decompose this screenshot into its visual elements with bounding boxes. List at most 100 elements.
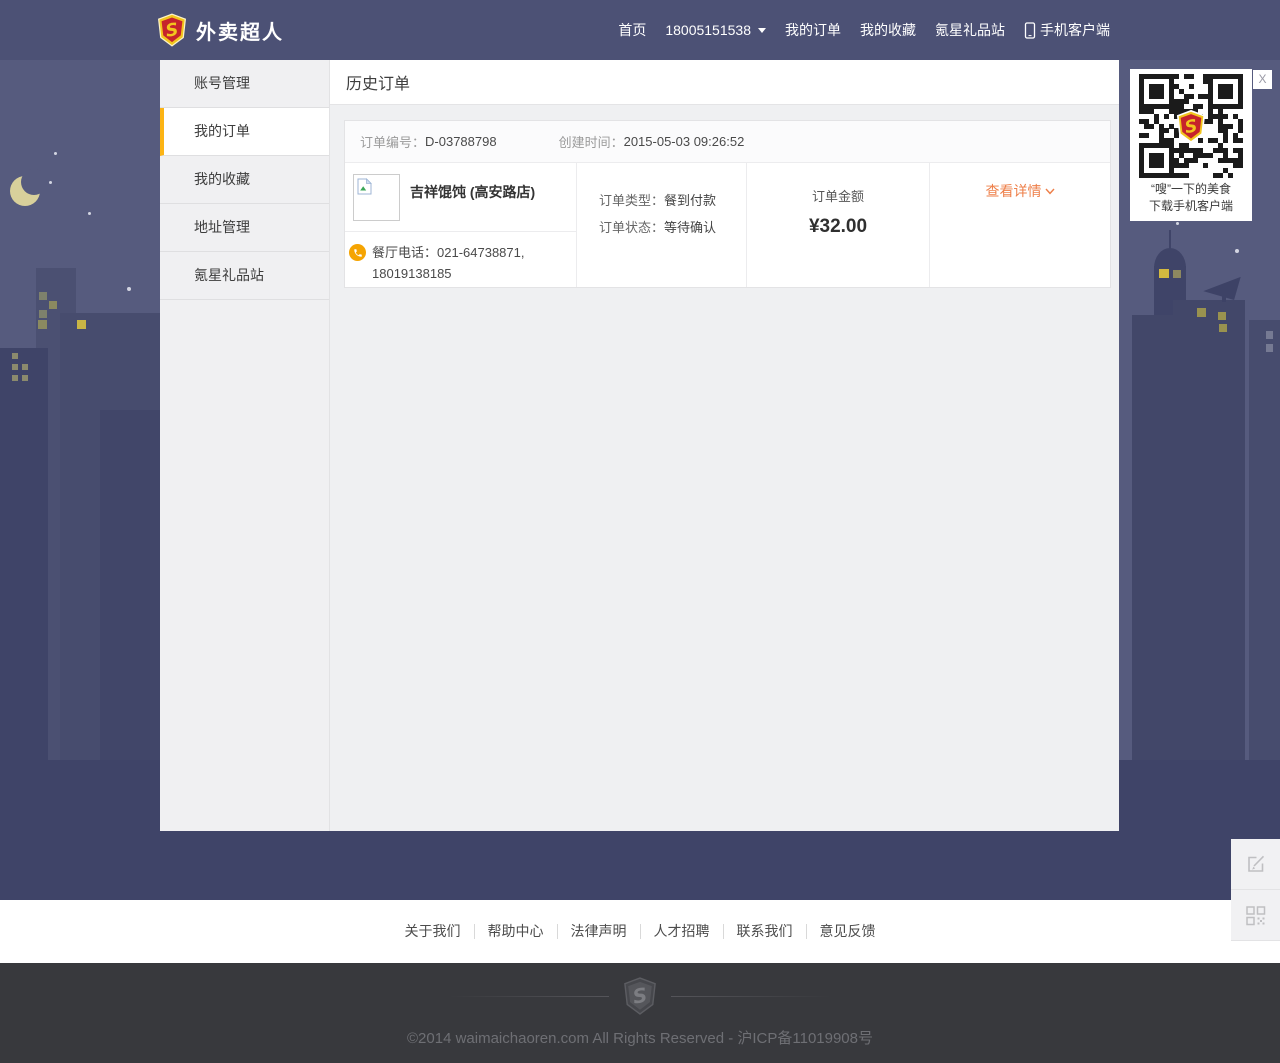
content-panel: 账号管理 我的订单 我的收藏 地址管理 氪星礼品站 历史订单 订单编号： D-0… xyxy=(160,60,1119,831)
sidebar-item-favorites[interactable]: 我的收藏 xyxy=(160,156,329,204)
qr-module xyxy=(1184,158,1189,163)
order-status-label: 订单状态： xyxy=(599,220,664,235)
qr-module xyxy=(1208,104,1213,109)
qr-module xyxy=(1223,114,1228,119)
footer-link-contact[interactable]: 联系我们 xyxy=(724,924,807,939)
qr-module xyxy=(1164,143,1169,148)
qr-module xyxy=(1223,138,1228,143)
qr-toggle-button[interactable] xyxy=(1231,890,1280,941)
order-type-value: 餐到付款 xyxy=(664,193,716,208)
star xyxy=(127,287,131,291)
nav-items: 首页 18005151538 我的订单 我的收藏 氪星礼品站 手机客户端 xyxy=(618,0,1110,60)
qr-module xyxy=(1189,94,1194,99)
qr-module xyxy=(1189,158,1194,163)
nav-item-mobile-client[interactable]: 手机客户端 xyxy=(1024,20,1110,40)
brand-name: 外卖超人 xyxy=(196,16,284,45)
qr-module xyxy=(1164,173,1169,178)
qr-module xyxy=(1169,109,1174,114)
building-window xyxy=(49,301,57,309)
qr-module xyxy=(1184,163,1189,168)
restaurant-name[interactable]: 吉祥馄饨 (高安路店) xyxy=(410,182,535,231)
nav-item-my-orders[interactable]: 我的订单 xyxy=(785,20,841,40)
qr-module xyxy=(1223,84,1228,89)
qr-module xyxy=(1213,74,1218,79)
qr-module xyxy=(1169,84,1174,89)
qr-module xyxy=(1198,104,1203,109)
building-window xyxy=(22,375,28,381)
brand[interactable]: S 外卖超人 xyxy=(157,0,284,60)
qr-module xyxy=(1223,89,1228,94)
qr-module xyxy=(1223,153,1228,158)
qr-module xyxy=(1179,99,1184,104)
qr-module xyxy=(1169,158,1174,163)
qr-module xyxy=(1223,94,1228,99)
footer-link-feedback[interactable]: 意见反馈 xyxy=(807,924,889,939)
qr-module xyxy=(1218,89,1223,94)
feedback-button[interactable] xyxy=(1231,839,1280,890)
footer-link-legal[interactable]: 法律声明 xyxy=(558,924,641,939)
chevron-down-icon xyxy=(1045,188,1055,195)
qr-module xyxy=(1238,119,1243,124)
qr-module xyxy=(1213,173,1218,178)
footer-link-help[interactable]: 帮助中心 xyxy=(475,924,558,939)
sidebar-item-account[interactable]: 账号管理 xyxy=(160,60,329,108)
sidebar-item-addresses[interactable]: 地址管理 xyxy=(160,204,329,252)
qr-module xyxy=(1169,104,1174,109)
qr-module xyxy=(1208,99,1213,104)
qr-module xyxy=(1228,74,1233,79)
qr-module xyxy=(1179,89,1184,94)
sidebar: 账号管理 我的订单 我的收藏 地址管理 氪星礼品站 xyxy=(160,60,330,831)
qr-module xyxy=(1193,104,1198,109)
star xyxy=(49,181,52,184)
footer-link-jobs[interactable]: 人才招聘 xyxy=(641,924,724,939)
qr-module xyxy=(1159,158,1164,163)
qr-module xyxy=(1169,153,1174,158)
qr-module xyxy=(1164,104,1169,109)
qr-module xyxy=(1228,124,1233,129)
qr-module xyxy=(1139,84,1144,89)
qr-module xyxy=(1218,124,1223,129)
view-details-label: 查看详情 xyxy=(986,181,1042,201)
order-restaurant-column: 吉祥馄饨 (高安路店) 餐厅电话：021-64738871, 180191381… xyxy=(345,163,577,287)
view-details-link[interactable]: 查看详情 xyxy=(986,181,1055,201)
nav-item-favorites[interactable]: 我的收藏 xyxy=(860,20,916,40)
qr-module xyxy=(1238,104,1243,109)
qr-module xyxy=(1238,74,1243,79)
sidebar-item-my-orders[interactable]: 我的订单 xyxy=(160,108,329,156)
qr-module xyxy=(1174,74,1179,79)
sidebar-item-gift-station[interactable]: 氪星礼品站 xyxy=(160,252,329,300)
qr-module xyxy=(1174,158,1179,163)
order-created-label: 创建时间： xyxy=(559,132,624,151)
nav-item-home[interactable]: 首页 xyxy=(618,20,646,40)
building-window xyxy=(12,375,18,381)
phone-icon xyxy=(349,244,366,261)
close-icon[interactable]: X xyxy=(1253,70,1272,89)
nav-item-account-dropdown[interactable]: 18005151538 xyxy=(665,22,766,38)
qr-module xyxy=(1233,74,1238,79)
building-window xyxy=(12,353,18,359)
qr-module xyxy=(1203,163,1208,168)
qr-module xyxy=(1169,163,1174,168)
qr-module xyxy=(1238,99,1243,104)
qr-module xyxy=(1164,74,1169,79)
floating-buttons xyxy=(1231,839,1280,941)
footer-link-about[interactable]: 关于我们 xyxy=(392,924,475,939)
qr-module xyxy=(1218,84,1223,89)
qr-module xyxy=(1139,119,1144,124)
qr-module xyxy=(1154,74,1159,79)
main-area: 历史订单 订单编号： D-03788798 创建时间： 2015-05-03 0… xyxy=(330,60,1119,831)
qr-module xyxy=(1233,104,1238,109)
order-number-value: D-03788798 xyxy=(425,134,497,149)
qr-module xyxy=(1139,168,1144,173)
qr-module xyxy=(1208,89,1213,94)
qr-module xyxy=(1139,153,1144,158)
qr-module xyxy=(1154,89,1159,94)
qr-module xyxy=(1169,124,1174,129)
order-type-column: 订单类型：餐到付款 订单状态：等待确认 xyxy=(577,163,747,287)
qr-module xyxy=(1238,84,1243,89)
nav-item-gift-station[interactable]: 氪星礼品站 xyxy=(935,20,1005,40)
qr-module xyxy=(1238,163,1243,168)
qr-module xyxy=(1218,104,1223,109)
qr-module xyxy=(1159,124,1164,129)
qr-module xyxy=(1223,104,1228,109)
